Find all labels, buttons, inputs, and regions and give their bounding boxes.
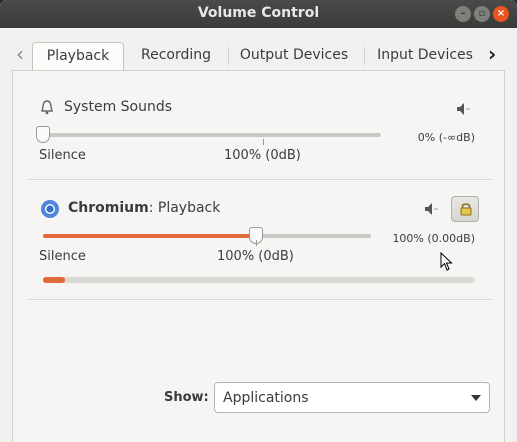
- tab-input-devices[interactable]: Input Devices: [369, 42, 481, 70]
- lock-channels-button[interactable]: [451, 196, 479, 222]
- volume-control-window: Volume Control – ▫ × ‹ Playback Recordin…: [0, 0, 517, 442]
- volume-readout: 100% (0.00dB): [392, 232, 475, 245]
- tab-output-devices[interactable]: Output Devices: [233, 42, 355, 70]
- speaker-icon[interactable]: [455, 101, 471, 117]
- tab-label: Recording: [140, 47, 212, 63]
- volume-slider-fill: [43, 234, 256, 238]
- volume-slider-track[interactable]: [43, 133, 381, 137]
- show-filter-select[interactable]: Applications: [214, 382, 490, 413]
- tab-label: Playback: [46, 48, 110, 64]
- chevron-right-icon[interactable]: ›: [488, 44, 496, 64]
- stream-system-sounds: System Sounds Silence 100% (0dB) 0% (-∞d…: [13, 71, 506, 181]
- stream-name: System Sounds: [64, 99, 172, 115]
- volume-slider-handle[interactable]: [36, 126, 50, 143]
- tab-recording[interactable]: Recording: [130, 42, 222, 70]
- tick-label-100-percent: 100% (0dB): [224, 148, 301, 163]
- mouse-cursor-icon: [440, 252, 453, 271]
- tab-label: Output Devices: [239, 47, 349, 63]
- tick-label-100-percent: 100% (0dB): [217, 249, 294, 264]
- stream-divider: [27, 299, 493, 300]
- show-filter-label: Show:: [164, 390, 209, 405]
- stream-title: System Sounds: [64, 99, 173, 115]
- lock-icon: [460, 203, 472, 216]
- tab-separator: [364, 47, 365, 65]
- maximize-button[interactable]: ▫: [474, 6, 490, 22]
- window-title: Volume Control: [197, 5, 320, 21]
- stream-name: Chromium: Playback: [68, 200, 220, 216]
- show-filter-value: Applications: [223, 390, 309, 406]
- title-bar[interactable]: Volume Control – ▫ ×: [0, 0, 517, 28]
- tick-100-percent: [263, 139, 264, 145]
- stream-app-name: Chromium: [68, 200, 149, 216]
- chevron-down-icon: [471, 395, 481, 401]
- speaker-icon[interactable]: [423, 201, 439, 217]
- tick-label-silence: Silence: [39, 249, 86, 264]
- peak-level-meter: [43, 277, 475, 283]
- stream-divider: [27, 179, 493, 180]
- tick-label-silence: Silence: [39, 148, 86, 163]
- volume-slider-track[interactable]: [43, 234, 371, 238]
- chevron-left-icon[interactable]: ‹: [16, 44, 24, 64]
- stream-title: : Playback: [148, 200, 221, 216]
- tab-separator: [228, 47, 229, 65]
- bell-icon: [41, 100, 53, 115]
- stream-chromium: Chromium: Playback Silence 100% (0dB) 10…: [13, 181, 506, 301]
- close-button[interactable]: ×: [493, 6, 509, 22]
- minimize-button[interactable]: –: [455, 6, 471, 22]
- tick-100-percent: [256, 240, 257, 246]
- volume-readout: 0% (-∞dB): [417, 131, 475, 144]
- chromium-icon: [41, 200, 59, 218]
- peak-level-fill: [43, 277, 65, 283]
- tab-label: Input Devices: [377, 47, 473, 63]
- tab-playback[interactable]: Playback: [32, 42, 124, 70]
